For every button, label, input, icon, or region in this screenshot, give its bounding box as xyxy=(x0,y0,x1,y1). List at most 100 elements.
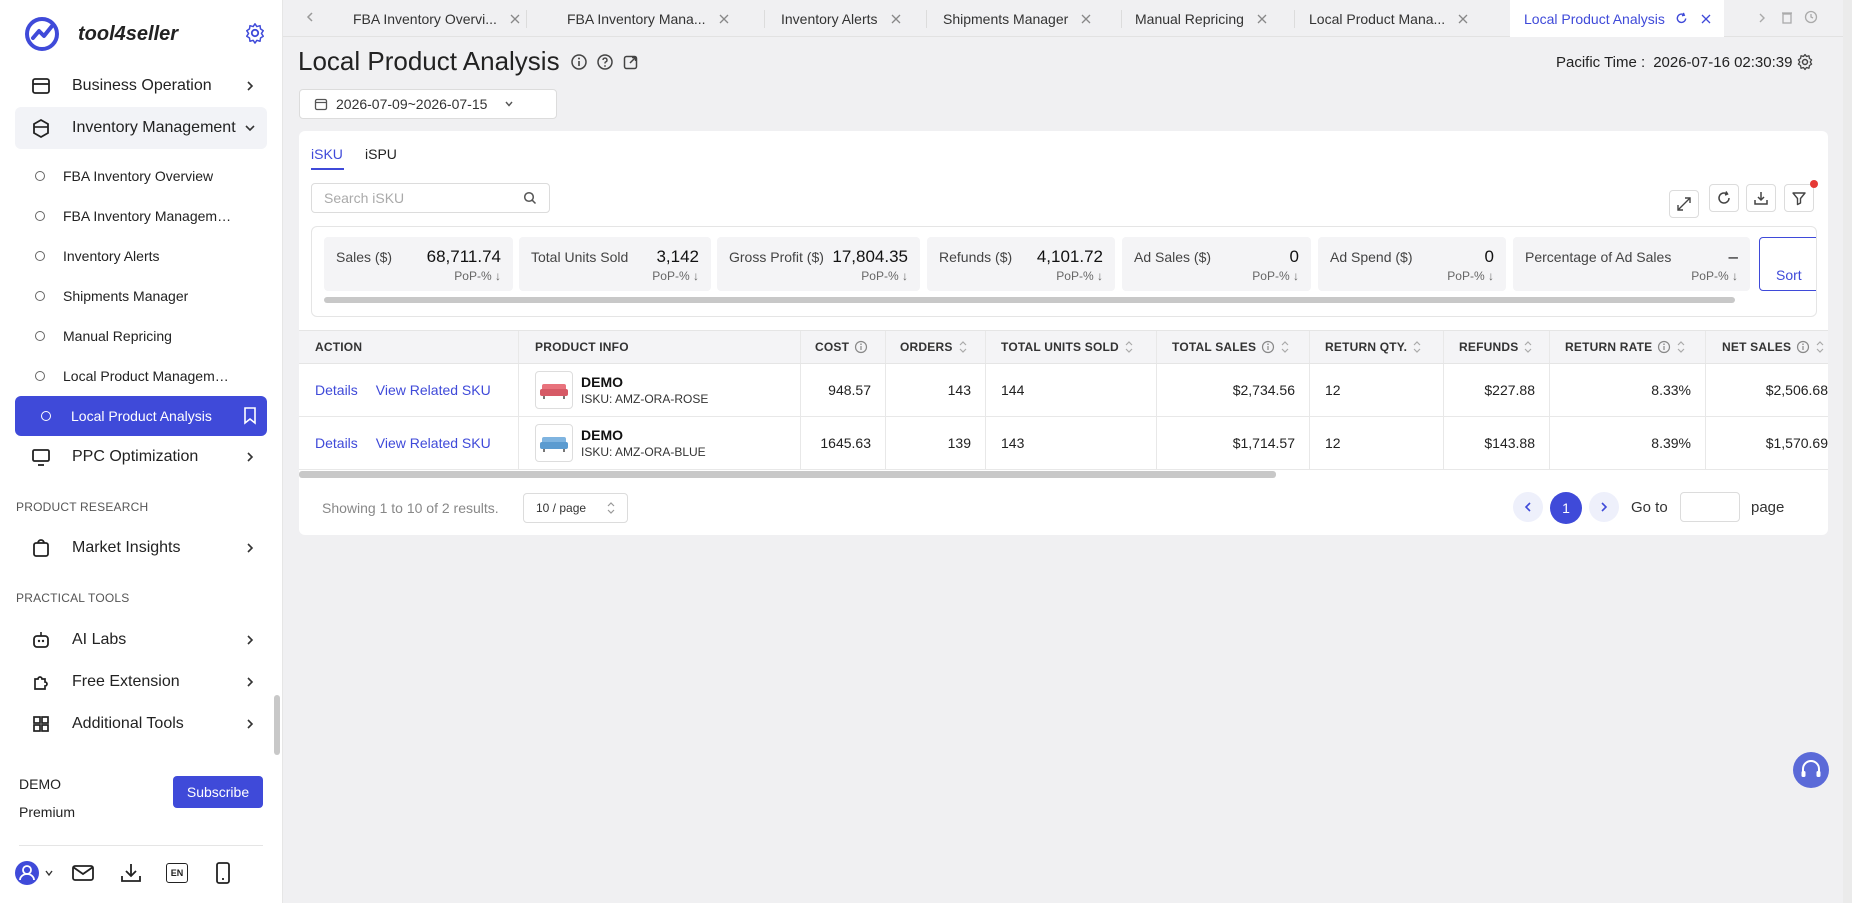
subscribe-button[interactable]: Subscribe xyxy=(173,776,263,808)
sidebar-item-fba-inventory-overview[interactable]: FBA Inventory Overview xyxy=(15,156,267,196)
sort-icon[interactable] xyxy=(1413,341,1421,353)
tab-inventory-alerts[interactable]: Inventory Alerts xyxy=(781,0,902,37)
close-icon[interactable] xyxy=(1080,13,1092,25)
metric-gross-profit[interactable]: Gross Profit ($) 17,804.35 PoP-% ↓ xyxy=(717,237,920,291)
date-range-picker[interactable]: 2026-07-09~2026-07-15 xyxy=(299,89,557,119)
col-return-qty[interactable]: RETURN QTY. xyxy=(1310,331,1444,363)
col-cost[interactable]: COST xyxy=(801,331,886,363)
sort-icon[interactable] xyxy=(959,341,967,353)
col-net-sales[interactable]: NET SALES xyxy=(1706,331,1828,363)
col-total-units-sold[interactable]: TOTAL UNITS SOLD xyxy=(986,331,1157,363)
mobile-icon[interactable] xyxy=(210,860,236,886)
sidebar-item-fba-inventory-management[interactable]: FBA Inventory Management xyxy=(15,196,267,236)
product-thumbnail[interactable] xyxy=(535,371,573,409)
nav-ppc-optimization[interactable]: PPC Optimization xyxy=(15,436,267,478)
page-1-button[interactable]: 1 xyxy=(1550,492,1582,524)
info-icon[interactable] xyxy=(1796,340,1810,354)
col-return-rate[interactable]: RETURN RATE xyxy=(1550,331,1706,363)
logo[interactable]: tool4seller xyxy=(24,14,178,54)
tab-fba-inventory-overview[interactable]: FBA Inventory Overvi... xyxy=(353,0,521,37)
sidebar-item-local-product-management[interactable]: Local Product Management xyxy=(15,356,267,396)
nav-business-operation[interactable]: Business Operation xyxy=(15,65,267,107)
details-link[interactable]: Details xyxy=(315,435,358,451)
close-icon[interactable] xyxy=(718,13,730,25)
nav-additional-tools[interactable]: Additional Tools xyxy=(15,703,267,745)
clock-icon[interactable] xyxy=(1804,10,1818,24)
info-icon[interactable] xyxy=(1657,340,1671,354)
product-thumbnail[interactable] xyxy=(535,424,573,462)
page-size-select[interactable]: 10 / page xyxy=(523,493,628,523)
col-orders[interactable]: ORDERS xyxy=(886,331,986,363)
sidebar-item-manual-repricing[interactable]: Manual Repricing xyxy=(15,316,267,356)
customer-support-button[interactable] xyxy=(1793,752,1829,788)
nav-ai-labs[interactable]: AI Labs xyxy=(15,619,267,661)
view-related-sku-link[interactable]: View Related SKU xyxy=(376,435,491,451)
tab-scroll-left-icon[interactable] xyxy=(303,10,317,24)
metric-refunds[interactable]: Refunds ($) 4,101.72 PoP-% ↓ xyxy=(927,237,1115,291)
next-page-button[interactable] xyxy=(1589,492,1619,522)
close-icon[interactable] xyxy=(890,13,902,25)
metric-total-units-sold[interactable]: Total Units Sold 3,142 PoP-% ↓ xyxy=(519,237,711,291)
tab-fba-inventory-management[interactable]: FBA Inventory Mana... xyxy=(567,0,730,37)
sort-button[interactable]: Sort xyxy=(1759,237,1816,291)
metrics-scrollbar[interactable] xyxy=(324,297,1735,303)
sidebar-item-inventory-alerts[interactable]: Inventory Alerts xyxy=(15,236,267,276)
refresh-icon[interactable] xyxy=(1675,12,1688,25)
details-link[interactable]: Details xyxy=(315,382,358,398)
trash-icon[interactable] xyxy=(1780,10,1794,24)
nav-market-insights[interactable]: Market Insights xyxy=(15,527,267,569)
info-icon[interactable] xyxy=(1261,340,1275,354)
metric-sales[interactable]: Sales ($) 68,711.74 PoP-% ↓ xyxy=(324,237,513,291)
prev-page-button[interactable] xyxy=(1513,492,1543,522)
metric-ad-spend[interactable]: Ad Spend ($) 0 PoP-% ↓ xyxy=(1318,237,1506,291)
filter-button[interactable] xyxy=(1784,184,1814,212)
table-scrollbar[interactable] xyxy=(299,471,1276,478)
avatar-icon[interactable] xyxy=(14,860,40,886)
bookmark-icon[interactable] xyxy=(243,407,257,425)
tab-shipments-manager[interactable]: Shipments Manager xyxy=(943,0,1092,37)
sidebar-scrollbar[interactable] xyxy=(274,695,280,755)
sort-icon[interactable] xyxy=(1125,341,1133,353)
nav-inventory-management[interactable]: Inventory Management xyxy=(15,107,267,149)
sort-icon[interactable] xyxy=(1524,341,1532,353)
download-icon[interactable] xyxy=(118,860,144,886)
sort-icon[interactable] xyxy=(1677,341,1685,353)
fullscreen-button[interactable] xyxy=(1669,190,1699,218)
close-icon[interactable] xyxy=(1457,13,1469,25)
col-total-sales[interactable]: TOTAL SALES xyxy=(1157,331,1310,363)
close-icon[interactable] xyxy=(509,13,521,25)
sort-icon[interactable] xyxy=(1281,341,1289,353)
mail-icon[interactable] xyxy=(70,860,96,886)
language-icon[interactable]: EN xyxy=(166,863,188,883)
tab-scroll-right-icon[interactable] xyxy=(1756,12,1768,24)
search-input[interactable]: Search iSKU xyxy=(311,183,550,213)
refresh-button[interactable] xyxy=(1709,184,1739,212)
info-icon[interactable] xyxy=(854,340,868,354)
sidebar-item-local-product-analysis[interactable]: Local Product Analysis xyxy=(15,396,267,436)
close-icon[interactable] xyxy=(1256,13,1268,25)
col-refunds[interactable]: REFUNDS xyxy=(1444,331,1550,363)
sidebar-item-shipments-manager[interactable]: Shipments Manager xyxy=(15,276,267,316)
goto-page-input[interactable] xyxy=(1680,492,1740,522)
metric-ad-sales[interactable]: Ad Sales ($) 0 PoP-% ↓ xyxy=(1122,237,1311,291)
metric-pop: PoP-% ↓ xyxy=(861,269,908,283)
view-related-sku-link[interactable]: View Related SKU xyxy=(376,382,491,398)
tab-isku[interactable]: iSKU xyxy=(311,146,343,162)
page-scrollbar[interactable] xyxy=(1843,0,1852,903)
tab-local-product-management[interactable]: Local Product Mana... xyxy=(1309,0,1469,37)
sort-icon[interactable] xyxy=(1816,341,1824,353)
info-icon[interactable] xyxy=(570,53,588,71)
tab-local-product-analysis[interactable]: Local Product Analysis xyxy=(1510,0,1724,37)
gear-icon[interactable] xyxy=(1796,53,1814,71)
close-icon[interactable] xyxy=(1700,13,1712,25)
chevron-down-icon[interactable] xyxy=(44,868,54,878)
search-icon[interactable] xyxy=(523,191,537,205)
help-icon[interactable] xyxy=(596,53,614,71)
nav-free-extension[interactable]: Free Extension xyxy=(15,661,267,703)
tab-manual-repricing[interactable]: Manual Repricing xyxy=(1135,0,1268,37)
metric-percentage-of-ad-sales[interactable]: Percentage of Ad Sales – PoP-% ↓ xyxy=(1513,237,1750,291)
export-button[interactable] xyxy=(1746,184,1776,212)
external-link-icon[interactable] xyxy=(622,53,640,71)
tab-ispu[interactable]: iSPU xyxy=(365,146,397,162)
settings-gear-icon[interactable] xyxy=(244,22,266,44)
